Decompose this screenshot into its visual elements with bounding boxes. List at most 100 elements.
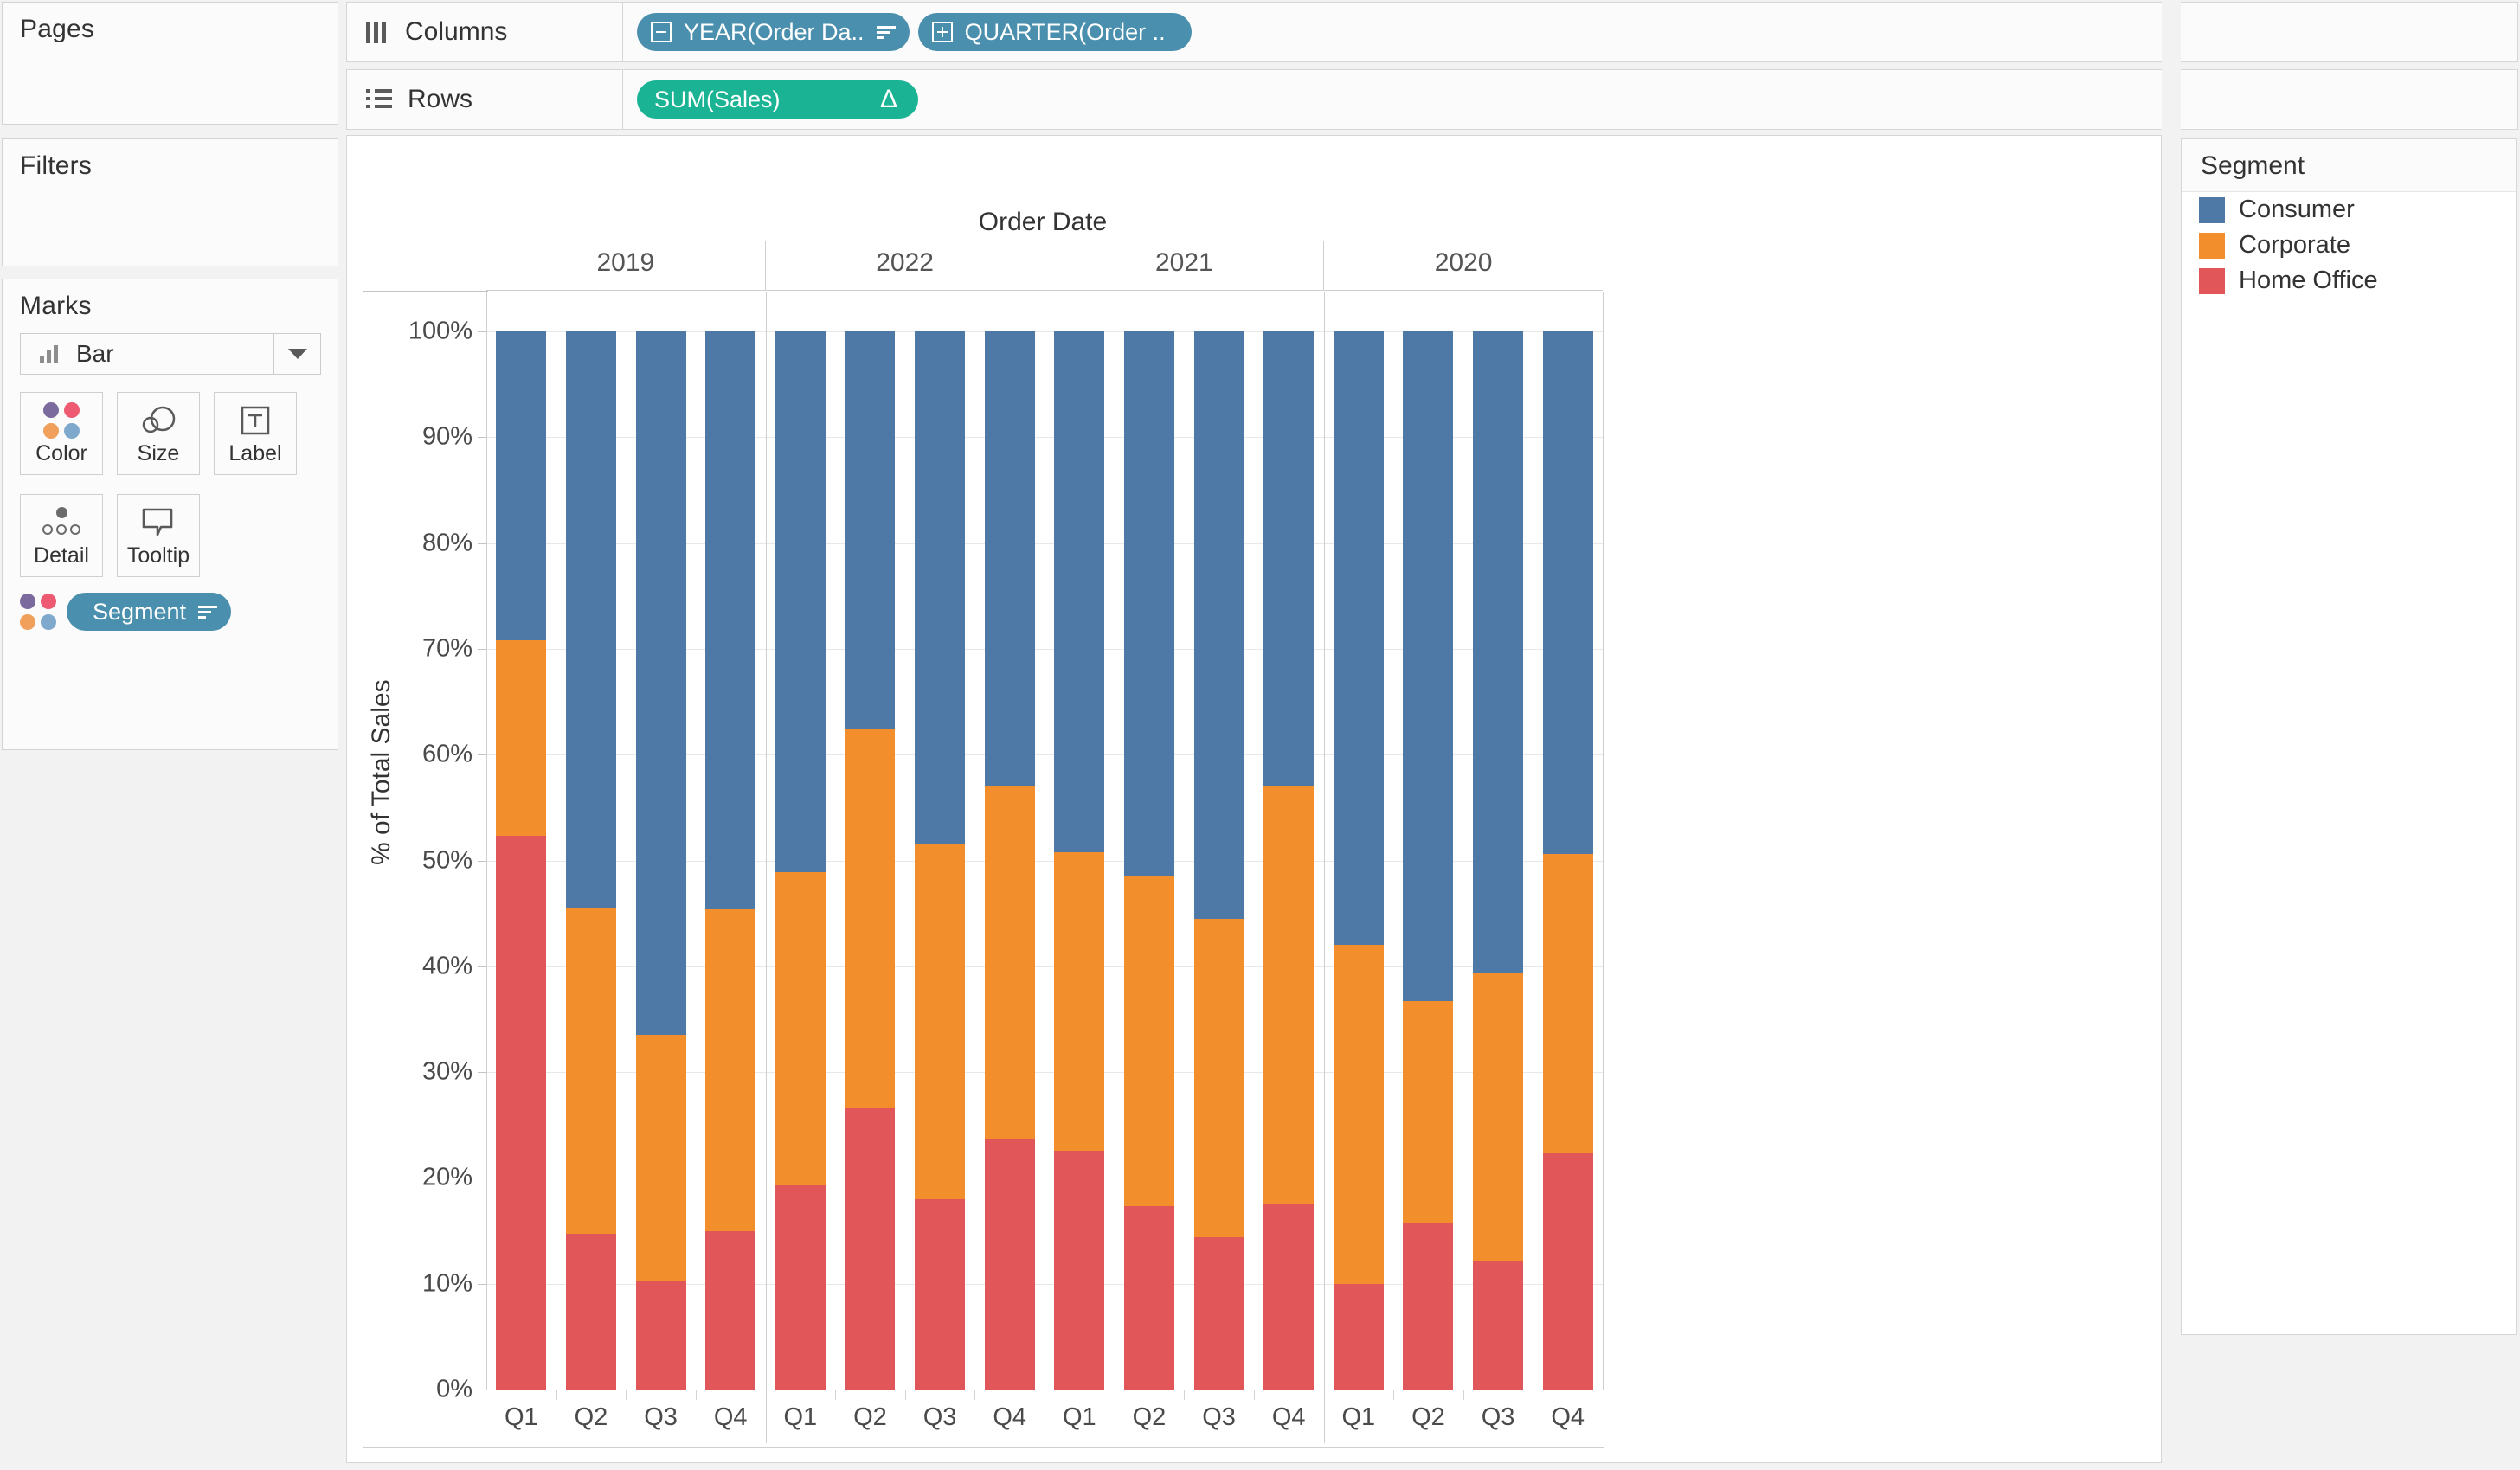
x-tick-label-2021-Q2[interactable]: Q2 — [1115, 1392, 1185, 1446]
bar-segment-corporate[interactable] — [1403, 1001, 1453, 1223]
bar-segment-consumer[interactable] — [566, 331, 616, 908]
bar-segment-consumer[interactable] — [775, 331, 826, 872]
chevron-down-icon[interactable] — [273, 334, 320, 374]
x-tick-label-2021-Q4[interactable]: Q4 — [1254, 1392, 1324, 1446]
bar-segment-corporate[interactable] — [496, 640, 546, 836]
marks-segment-pill[interactable]: Segment — [67, 593, 231, 631]
x-tick-label-2019-Q4[interactable]: Q4 — [696, 1392, 766, 1446]
marks-tooltip-button[interactable]: Tooltip — [117, 494, 200, 577]
bar-segment-home_office[interactable] — [1124, 1206, 1174, 1390]
bar-segment-corporate[interactable] — [915, 844, 965, 1199]
x-tick-label-2020-Q1[interactable]: Q1 — [1324, 1392, 1394, 1446]
x-tick-label-2019-Q1[interactable]: Q1 — [486, 1392, 556, 1446]
bar-segment-home_office[interactable] — [636, 1281, 686, 1390]
stacked-bar-2019-Q2[interactable] — [566, 331, 616, 1390]
bar-segment-home_office[interactable] — [1334, 1284, 1384, 1390]
legend-item-consumer[interactable]: Consumer — [2182, 192, 2516, 228]
sort-lines-icon[interactable] — [877, 24, 896, 40]
x-tick-label-2021-Q3[interactable]: Q3 — [1184, 1392, 1254, 1446]
x-tick-label-2019-Q3[interactable]: Q3 — [626, 1392, 696, 1446]
rows-pill-sum-sales[interactable]: SUM(Sales) Δ — [637, 80, 918, 119]
x-tick-label-2020-Q3[interactable]: Q3 — [1463, 1392, 1533, 1446]
bar-segment-home_office[interactable] — [915, 1199, 965, 1390]
columns-pill-year[interactable]: YEAR(Order Da.. — [637, 13, 910, 51]
bar-segment-home_office[interactable] — [1543, 1153, 1593, 1390]
marks-detail-button[interactable]: Detail — [20, 494, 103, 577]
bar-segment-home_office[interactable] — [1473, 1261, 1523, 1390]
year-header-2021[interactable]: 2021 — [1045, 241, 1324, 290]
x-tick-label-2020-Q4[interactable]: Q4 — [1533, 1392, 1603, 1446]
stacked-bar-2021-Q2[interactable] — [1124, 331, 1174, 1390]
bar-segment-home_office[interactable] — [1054, 1151, 1104, 1390]
x-tick-label-2019-Q2[interactable]: Q2 — [556, 1392, 627, 1446]
bar-segment-home_office[interactable] — [1263, 1204, 1314, 1390]
stacked-bar-2022-Q2[interactable] — [845, 331, 895, 1390]
bar-segment-consumer[interactable] — [845, 331, 895, 729]
marks-size-button[interactable]: Size — [117, 392, 200, 475]
stacked-bar-2022-Q3[interactable] — [915, 331, 965, 1390]
bar-segment-consumer[interactable] — [985, 331, 1035, 786]
sort-lines-icon[interactable] — [198, 604, 217, 619]
bar-segment-corporate[interactable] — [985, 786, 1035, 1139]
stacked-bar-2019-Q3[interactable] — [636, 331, 686, 1390]
bar-segment-consumer[interactable] — [1263, 331, 1314, 786]
bar-segment-home_office[interactable] — [1194, 1237, 1244, 1390]
bar-segment-corporate[interactable] — [566, 908, 616, 1235]
stacked-bar-2020-Q3[interactable] — [1473, 331, 1523, 1390]
bar-segment-corporate[interactable] — [845, 729, 895, 1108]
stacked-bar-2021-Q3[interactable] — [1194, 331, 1244, 1390]
bar-segment-consumer[interactable] — [705, 331, 755, 909]
bar-segment-corporate[interactable] — [1054, 852, 1104, 1151]
stacked-bar-2021-Q4[interactable] — [1263, 331, 1314, 1390]
marks-label-button[interactable]: Label — [214, 392, 297, 475]
mark-type-dropdown[interactable]: Bar — [20, 333, 321, 375]
stacked-bar-2020-Q2[interactable] — [1403, 331, 1453, 1390]
bar-segment-consumer[interactable] — [1543, 331, 1593, 854]
bar-segment-corporate[interactable] — [1334, 945, 1384, 1283]
x-tick-label-2022-Q1[interactable]: Q1 — [766, 1392, 836, 1446]
stacked-bar-2019-Q4[interactable] — [705, 331, 755, 1390]
bar-segment-consumer[interactable] — [1403, 331, 1453, 1001]
year-header-2022[interactable]: 2022 — [765, 241, 1045, 290]
pages-card[interactable]: Pages — [2, 2, 338, 125]
stacked-bar-2022-Q1[interactable] — [775, 331, 826, 1390]
minus-box-icon[interactable] — [651, 22, 672, 42]
bar-segment-corporate[interactable] — [705, 909, 755, 1231]
bar-segment-consumer[interactable] — [496, 331, 546, 640]
bar-segment-corporate[interactable] — [775, 872, 826, 1185]
bar-segment-corporate[interactable] — [1473, 973, 1523, 1261]
legend-item-home-office[interactable]: Home Office — [2182, 263, 2516, 298]
bar-segment-home_office[interactable] — [1403, 1223, 1453, 1390]
bar-segment-home_office[interactable] — [775, 1185, 826, 1390]
x-tick-label-2020-Q2[interactable]: Q2 — [1393, 1392, 1463, 1446]
stacked-bar-2019-Q1[interactable] — [496, 331, 546, 1390]
columns-dropzone[interactable]: YEAR(Order Da.. QUARTER(Order .. — [623, 2, 2518, 62]
stacked-bar-2022-Q4[interactable] — [985, 331, 1035, 1390]
bar-segment-home_office[interactable] — [566, 1234, 616, 1390]
x-tick-label-2022-Q3[interactable]: Q3 — [905, 1392, 975, 1446]
bar-segment-consumer[interactable] — [1194, 331, 1244, 919]
plus-box-icon[interactable] — [932, 22, 953, 42]
x-tick-label-2021-Q1[interactable]: Q1 — [1045, 1392, 1115, 1446]
bar-segment-corporate[interactable] — [636, 1035, 686, 1281]
bar-segment-consumer[interactable] — [915, 331, 965, 844]
bar-segment-consumer[interactable] — [1124, 331, 1174, 876]
bar-segment-consumer[interactable] — [1054, 331, 1104, 852]
bar-segment-home_office[interactable] — [496, 836, 546, 1390]
columns-pill-quarter[interactable]: QUARTER(Order .. — [918, 13, 1192, 51]
x-tick-label-2022-Q4[interactable]: Q4 — [974, 1392, 1045, 1446]
year-header-2020[interactable]: 2020 — [1323, 241, 1603, 290]
bar-segment-home_office[interactable] — [705, 1231, 755, 1390]
bar-segment-corporate[interactable] — [1263, 786, 1314, 1204]
bar-segment-home_office[interactable] — [985, 1139, 1035, 1390]
stacked-bar-2021-Q1[interactable] — [1054, 331, 1104, 1390]
filters-card[interactable]: Filters — [2, 138, 338, 266]
bar-segment-consumer[interactable] — [636, 331, 686, 1035]
marks-color-button[interactable]: Color — [20, 392, 103, 475]
bar-segment-corporate[interactable] — [1124, 876, 1174, 1207]
rows-dropzone[interactable]: SUM(Sales) Δ — [623, 69, 2518, 130]
x-tick-label-2022-Q2[interactable]: Q2 — [835, 1392, 905, 1446]
year-header-2019[interactable]: 2019 — [486, 241, 765, 290]
bar-segment-home_office[interactable] — [845, 1108, 895, 1390]
legend-item-corporate[interactable]: Corporate — [2182, 228, 2516, 263]
